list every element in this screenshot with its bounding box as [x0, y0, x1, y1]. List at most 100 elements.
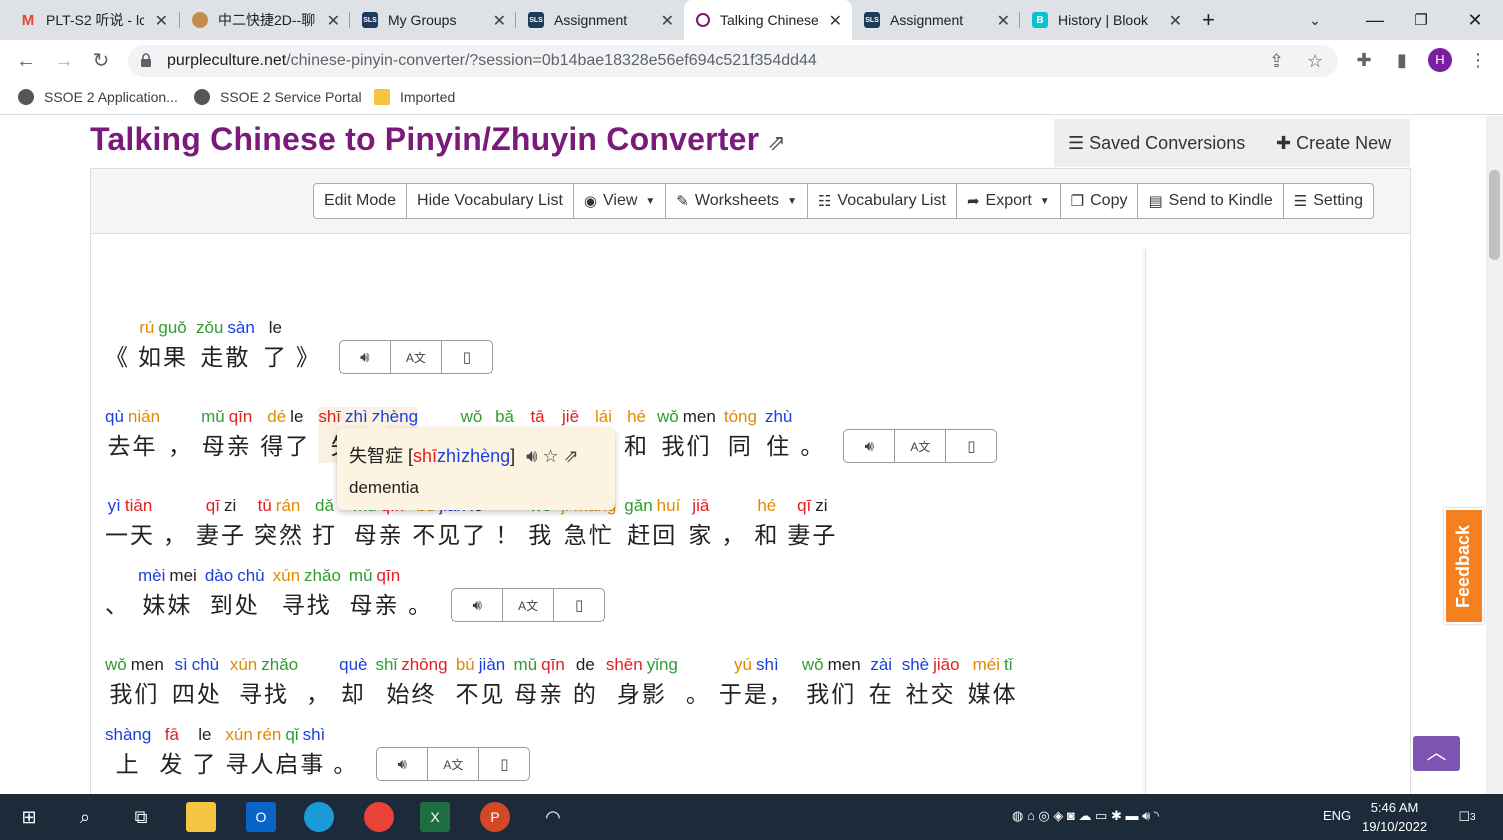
- hide-vocabulary-button[interactable]: Hide Vocabulary List: [406, 183, 574, 219]
- word[interactable]: zhù 住: [765, 407, 792, 463]
- scroll-to-top-button[interactable]: ︿: [1413, 736, 1460, 771]
- close-icon[interactable]: ✕: [493, 11, 506, 31]
- send-to-kindle-button[interactable]: ▤ Send to Kindle: [1137, 183, 1284, 219]
- audio-file-icon[interactable]: ▯: [440, 340, 493, 374]
- word[interactable]: xún rén qǐ shì 寻人启事: [225, 725, 325, 781]
- word[interactable]: tū rán 突然: [254, 496, 304, 552]
- bookmark-ssoe-portal[interactable]: SSOE 2 Service Portal: [194, 89, 362, 105]
- tab-assignment-1[interactable]: SLS Assignment ✕: [516, 0, 684, 40]
- bookmark-imported[interactable]: Imported: [374, 89, 455, 105]
- word[interactable]: ，: [163, 496, 188, 552]
- word[interactable]: 。: [686, 655, 711, 711]
- speaker-icon[interactable]: 🔊︎: [338, 340, 391, 374]
- close-icon[interactable]: ✕: [327, 11, 340, 31]
- star-icon[interactable]: ☆: [543, 446, 559, 466]
- avatar[interactable]: H: [1428, 48, 1452, 72]
- word[interactable]: mèi mei 妹妹: [138, 566, 197, 622]
- view-dropdown[interactable]: ◉ View ▼: [572, 183, 667, 219]
- tab-my-groups[interactable]: SLS My Groups ✕: [350, 0, 516, 40]
- audio-file-icon[interactable]: ▯: [945, 429, 998, 463]
- close-window-icon[interactable]: ✕: [1452, 0, 1498, 40]
- word[interactable]: 。: [408, 566, 433, 622]
- tab-assignment-2[interactable]: SLS Assignment ✕: [852, 0, 1020, 40]
- word[interactable]: yú shì 于是，: [719, 655, 794, 711]
- word[interactable]: mǔqīn 母亲: [514, 655, 565, 711]
- speaker-icon[interactable]: 🔊︎: [526, 446, 537, 466]
- forward-icon[interactable]: →: [52, 50, 76, 72]
- outlook-icon[interactable]: O: [246, 802, 276, 832]
- app-icon[interactable]: ◠: [538, 802, 568, 832]
- word[interactable]: méi tǐ 媒体: [968, 655, 1018, 711]
- word[interactable]: hé 和: [754, 496, 779, 552]
- word[interactable]: qī zi 妻子: [787, 496, 837, 552]
- word[interactable]: dé le 得了: [260, 407, 310, 463]
- speaker-icon[interactable]: 🔊︎: [376, 747, 429, 781]
- notifications-icon[interactable]: ☐ 3: [1452, 802, 1482, 832]
- word[interactable]: wǒ men 我们: [802, 655, 861, 711]
- word[interactable]: 、: [105, 566, 130, 622]
- word[interactable]: ，: [168, 407, 193, 463]
- copy-button[interactable]: ❐ Copy: [1059, 183, 1139, 219]
- edge-icon[interactable]: [304, 802, 334, 832]
- tab-search-icon[interactable]: ⌄: [1292, 0, 1338, 40]
- word[interactable]: xún zhǎo 寻找: [230, 655, 298, 711]
- worksheets-dropdown[interactable]: ✎ Worksheets ▼: [665, 183, 808, 219]
- file-explorer-icon[interactable]: [186, 802, 216, 832]
- language-indicator[interactable]: ENG: [1323, 808, 1351, 823]
- word[interactable]: qī zi 妻子: [196, 496, 246, 552]
- close-icon[interactable]: ✕: [997, 11, 1010, 31]
- word[interactable]: shè jiāo 社交: [902, 655, 960, 711]
- close-icon[interactable]: ✕: [155, 11, 168, 31]
- word[interactable]: shàng 上: [105, 725, 151, 781]
- share-icon[interactable]: ⇗: [767, 130, 786, 155]
- feedback-button[interactable]: Feedback: [1444, 508, 1484, 624]
- word[interactable]: xún zhǎo 寻找: [273, 566, 341, 622]
- vocabulary-list-button[interactable]: ☷ Vocabulary List: [806, 183, 957, 219]
- translate-icon[interactable]: A文: [894, 429, 947, 463]
- powerpoint-icon[interactable]: P: [480, 802, 510, 832]
- minimize-icon[interactable]: —: [1352, 0, 1398, 40]
- edit-mode-button[interactable]: Edit Mode: [313, 183, 408, 219]
- create-new-button[interactable]: ✚ Create New: [1276, 133, 1391, 154]
- setting-button[interactable]: ☰ Setting: [1282, 183, 1375, 219]
- word[interactable]: qù nián 去年: [105, 407, 160, 463]
- word[interactable]: fā 发: [159, 725, 184, 781]
- word[interactable]: tóng 同: [724, 407, 757, 463]
- share-icon[interactable]: ⇪: [1269, 51, 1284, 72]
- system-tray-icons[interactable]: ◍ ⌂ ◎ ◈ ◙ ☁ ▭ ✱ ▬ 🔊︎ ◝: [1012, 808, 1159, 824]
- word[interactable]: le 了: [263, 318, 288, 374]
- word[interactable]: shēn yǐng 身影: [606, 655, 678, 711]
- word[interactable]: 《: [105, 318, 130, 374]
- word[interactable]: le 了: [192, 725, 217, 781]
- word[interactable]: shǐ zhōng 始终: [375, 655, 447, 711]
- word[interactable]: bú jiàn 不见: [456, 655, 506, 711]
- bookmark-ssoe-application[interactable]: SSOE 2 Application...: [18, 89, 178, 105]
- close-icon[interactable]: ✕: [829, 11, 842, 31]
- translate-icon[interactable]: A文: [389, 340, 442, 374]
- clock[interactable]: 5:46 AM 19/10/2022: [1362, 798, 1427, 836]
- new-tab-button[interactable]: +: [1198, 0, 1228, 40]
- word[interactable]: gǎn huí 赶回: [624, 496, 680, 552]
- restore-icon[interactable]: ❐: [1398, 0, 1444, 40]
- audio-file-icon[interactable]: ▯: [478, 747, 531, 781]
- chrome-icon[interactable]: [364, 802, 394, 832]
- word[interactable]: jiā 家: [688, 496, 713, 552]
- word[interactable]: hé 和: [624, 407, 649, 463]
- search-icon[interactable]: ⌕: [70, 802, 100, 832]
- extensions-icon[interactable]: ✚: [1352, 50, 1376, 71]
- reload-icon[interactable]: ↻: [89, 50, 113, 72]
- close-icon[interactable]: ✕: [1169, 11, 1182, 31]
- word[interactable]: yì tiān 一天: [105, 496, 155, 552]
- word[interactable]: dǎ 打: [312, 496, 337, 552]
- word[interactable]: wǒ men 我们: [657, 407, 716, 463]
- external-link-icon[interactable]: ⇗: [564, 446, 579, 466]
- speaker-icon[interactable]: 🔊︎: [843, 429, 896, 463]
- translate-icon[interactable]: A文: [502, 588, 555, 622]
- audio-file-icon[interactable]: ▯: [553, 588, 606, 622]
- tab-plt[interactable]: M PLT-S2 听说 - lc ✕: [8, 0, 178, 40]
- word[interactable]: què 却: [339, 655, 367, 711]
- scrollbar[interactable]: [1486, 116, 1503, 794]
- translate-icon[interactable]: A文: [427, 747, 480, 781]
- url-input[interactable]: purpleculture.net/chinese-pinyin-convert…: [128, 45, 1338, 77]
- word[interactable]: rú guǒ 如果: [138, 318, 188, 374]
